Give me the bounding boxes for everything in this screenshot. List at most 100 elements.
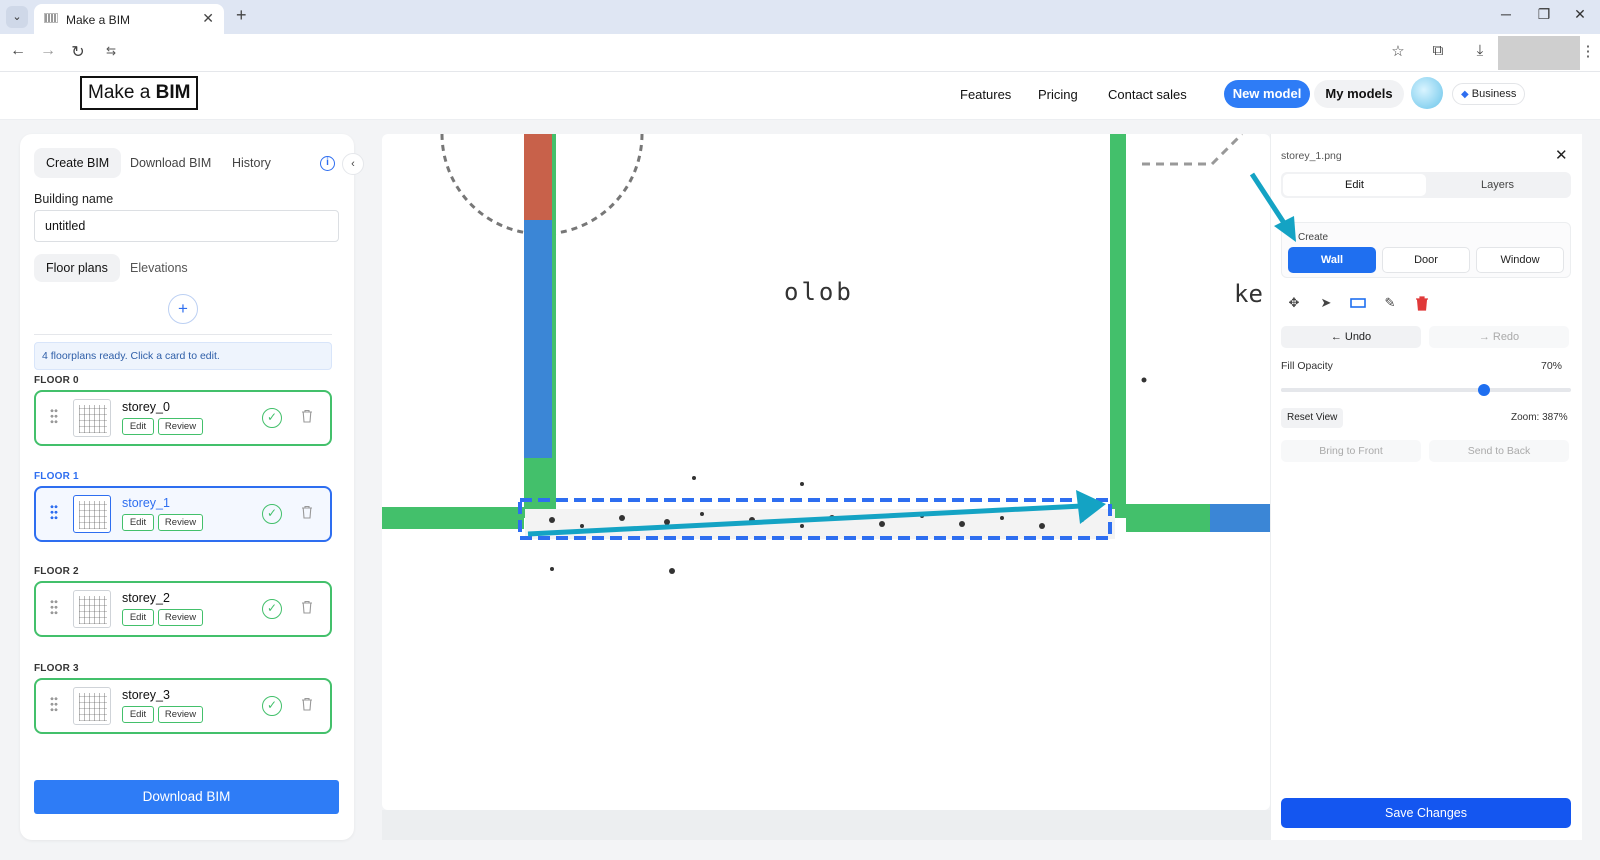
building-name-input[interactable]: untitled	[34, 210, 339, 242]
send-to-back-button[interactable]: Send to Back	[1429, 440, 1569, 462]
restore-icon[interactable]: ❐	[1534, 6, 1554, 23]
window-button[interactable]: Window	[1476, 247, 1564, 273]
avatar[interactable]	[1411, 77, 1443, 109]
wall-segment[interactable]	[382, 507, 524, 529]
review-button[interactable]: Review	[158, 514, 203, 531]
new-model-button[interactable]: New model	[1224, 80, 1310, 108]
address-bar: ← → ↻ ⇆ ☆ ⧉ ⤓ ⋮	[0, 34, 1600, 72]
rectangle-icon[interactable]	[1349, 294, 1367, 312]
tab-download-bim[interactable]: Download BIM	[118, 148, 223, 178]
review-button[interactable]: Review	[158, 418, 203, 435]
edit-button[interactable]: Edit	[122, 514, 154, 531]
info-icon[interactable]: i	[320, 156, 335, 171]
undo-button[interactable]: ← Undo	[1281, 326, 1421, 348]
tab-title: Make a BIM	[66, 13, 131, 27]
redo-button[interactable]: → Redo	[1429, 326, 1569, 348]
profile-area[interactable]	[1498, 36, 1580, 70]
floorplan-thumbnail	[73, 687, 111, 725]
delete-icon[interactable]	[1413, 294, 1431, 312]
canvas-footer	[382, 810, 1270, 840]
business-badge-label: Business	[1471, 88, 1517, 100]
logo-text: Make a	[88, 82, 156, 103]
floor-card[interactable]: storey_0 Edit Review ✓	[34, 390, 332, 446]
logo[interactable]: Make a BIM	[80, 76, 199, 110]
bring-to-front-button[interactable]: Bring to Front	[1281, 440, 1421, 462]
nav-features[interactable]: Features	[960, 87, 1011, 102]
tab-create-bim[interactable]: Create BIM	[34, 148, 122, 178]
wall-segment[interactable]	[1126, 504, 1210, 532]
left-panel: Create BIM Download BIM History i ‹ Buil…	[20, 134, 364, 840]
fill-opacity-slider[interactable]	[1281, 384, 1571, 396]
scan-noise	[549, 377, 1147, 574]
nav-pricing[interactable]: Pricing	[1038, 87, 1078, 102]
tab-layers[interactable]: Layers	[1426, 174, 1569, 196]
trash-icon[interactable]	[301, 697, 313, 711]
edit-button[interactable]: Edit	[122, 706, 154, 723]
extensions-icon[interactable]: ⧉	[1428, 42, 1448, 59]
drag-handle-icon[interactable]	[50, 599, 58, 615]
close-icon[interactable]: ✕	[1555, 146, 1568, 164]
building-name-label: Building name	[34, 192, 114, 206]
tab-close-icon[interactable]: ✕	[202, 10, 214, 27]
forward-icon[interactable]: →	[38, 42, 58, 60]
floor-card[interactable]: storey_3 Edit Review ✓	[34, 678, 332, 734]
door-button[interactable]: Door	[1382, 247, 1470, 273]
reset-view-button[interactable]: Reset View	[1281, 408, 1344, 428]
floorplan-thumbnail	[73, 495, 111, 533]
browser-tab[interactable]: Make a BIM ✕	[34, 4, 224, 34]
tab-search-button[interactable]: ⌄	[6, 6, 28, 28]
floor-card-selected[interactable]: storey_1 Edit Review ✓	[34, 486, 332, 542]
browser-tab-bar: ⌄ Make a BIM ✕ + ─ ❐ ✕	[0, 0, 1600, 34]
pan-icon[interactable]: ✥	[1285, 294, 1303, 312]
reload-icon[interactable]: ↻	[68, 42, 88, 62]
tab-history[interactable]: History	[220, 148, 283, 178]
site-info-icon[interactable]: ⇆	[106, 44, 116, 58]
window-close-icon[interactable]: ✕	[1570, 6, 1590, 23]
minimize-icon[interactable]: ─	[1496, 6, 1516, 22]
download-bim-button[interactable]: Download BIM	[34, 780, 339, 814]
floorplan-thumbnail	[73, 399, 111, 437]
wall-segment[interactable]	[1210, 504, 1270, 532]
drag-handle-icon[interactable]	[50, 696, 58, 712]
download-icon[interactable]: ⤓	[1470, 42, 1490, 59]
wall-segment[interactable]	[524, 220, 554, 458]
slider-thumb[interactable]	[1478, 384, 1490, 396]
diamond-icon: ◆	[1461, 89, 1469, 100]
floor-name: storey_2	[122, 591, 170, 605]
nav-contact-sales[interactable]: Contact sales	[1108, 87, 1187, 102]
wall-segment[interactable]	[1110, 134, 1126, 518]
save-changes-button[interactable]: Save Changes	[1281, 798, 1571, 828]
collapse-panel-icon[interactable]: ‹	[342, 153, 364, 175]
trash-icon[interactable]	[301, 600, 313, 614]
browser-menu-icon[interactable]: ⋮	[1578, 42, 1598, 60]
select-pointer-icon[interactable]: ➤	[1317, 294, 1335, 312]
pencil-icon[interactable]: ✎	[1381, 294, 1399, 312]
my-models-button[interactable]: My models	[1314, 80, 1404, 108]
trash-icon[interactable]	[301, 409, 313, 423]
room-label: olob	[784, 278, 854, 306]
review-button[interactable]: Review	[158, 609, 203, 626]
wall-segment[interactable]	[524, 134, 554, 220]
floorplan-canvas[interactable]: olob ke	[382, 134, 1270, 810]
back-icon[interactable]: ←	[8, 42, 28, 60]
check-icon: ✓	[262, 599, 282, 619]
trash-icon[interactable]	[301, 505, 313, 519]
tab-favicon-icon	[44, 13, 58, 23]
drag-handle-icon[interactable]	[50, 408, 58, 424]
floorplan-drawing: olob ke	[382, 134, 1270, 574]
add-floorplan-button[interactable]: +	[168, 294, 198, 324]
bookmark-star-icon[interactable]: ☆	[1388, 42, 1408, 60]
business-badge[interactable]: ◆ Business	[1452, 83, 1526, 105]
edit-button[interactable]: Edit	[122, 609, 154, 626]
floor-card[interactable]: storey_2 Edit Review ✓	[34, 581, 332, 637]
tab-floor-plans[interactable]: Floor plans	[34, 254, 120, 282]
review-button[interactable]: Review	[158, 706, 203, 723]
fill-opacity-value: 70%	[1541, 360, 1563, 372]
new-tab-button[interactable]: +	[236, 5, 247, 26]
drag-handle-icon[interactable]	[50, 504, 58, 520]
site-header: Make a BIM Features Pricing Contact sale…	[0, 72, 1600, 120]
edit-button[interactable]: Edit	[122, 418, 154, 435]
wall-button[interactable]: Wall	[1288, 247, 1376, 273]
url-input[interactable]: ⇆	[100, 39, 1400, 67]
tab-elevations[interactable]: Elevations	[118, 254, 200, 282]
